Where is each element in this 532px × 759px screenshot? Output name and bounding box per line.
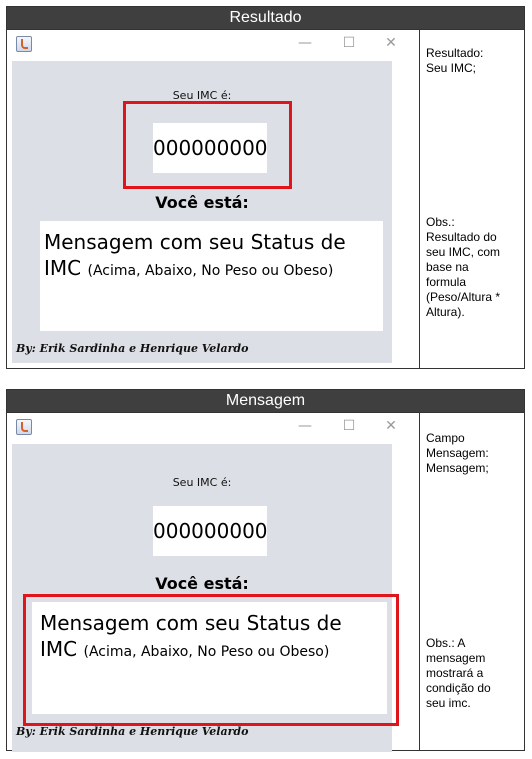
obs-line: formula [426, 275, 467, 289]
mensagem-field-desc: Campo Mensagem: Mensagem; [426, 431, 489, 476]
obs-line: seu imc. [426, 696, 471, 710]
status-label: Você está: [155, 574, 249, 593]
mensagem-screenshot-cell: — ☐ ✕ Seu IMC é: 000000000 Você está: Me… [7, 413, 420, 752]
resultado-screenshot-cell: — ☐ ✕ Seu IMC é: 000000000 Você está: Me… [7, 30, 420, 368]
status-message-field: Mensagem com seu Status de IMC (Acima, A… [40, 221, 383, 331]
desc-line: Mensagem: [426, 446, 489, 460]
obs-line: Altura). [426, 305, 465, 319]
mensagem-section: Mensagem — ☐ ✕ Seu IMC é: 000000000 Você… [6, 389, 525, 752]
credit-text: By: Erik Sardinha e Henrique Velardo [16, 342, 249, 355]
obs-line: mostrará a [426, 666, 484, 680]
maximize-button[interactable]: ☐ [338, 417, 360, 435]
desc-line: Mensagem; [426, 461, 489, 475]
resultado-row: — ☐ ✕ Seu IMC é: 000000000 Você está: Me… [7, 30, 524, 368]
mensagem-description-cell: Campo Mensagem: Mensagem; Obs.: A mensag… [426, 413, 520, 750]
message-line-1: Mensagem com seu Status de [44, 230, 346, 254]
obs-line: Obs.: [426, 215, 455, 229]
desc-line: Resultado: [426, 46, 484, 60]
obs-line: mensagem [426, 651, 486, 665]
resultado-description-cell: Resultado: Seu IMC; Obs.: Resultado do s… [426, 30, 520, 368]
obs-line: base na [426, 260, 469, 274]
obs-line: seu IMC, com [426, 245, 501, 259]
imc-panel: Seu IMC é: 000000000 Você está: Mensagem… [12, 61, 392, 363]
window-titlebar: — ☐ ✕ [12, 32, 408, 56]
minimize-button[interactable]: — [294, 34, 316, 52]
java-app-icon [16, 36, 32, 52]
mensagem-header: Mensagem [7, 390, 524, 413]
desc-line: Seu IMC; [426, 61, 477, 75]
obs-line: Resultado do [426, 230, 497, 244]
message-highlight [23, 594, 399, 726]
imc-result-field: 000000000 [153, 506, 268, 556]
resultado-obs: Obs.: Resultado do seu IMC, com base na … [426, 215, 500, 320]
close-button[interactable]: ✕ [380, 34, 402, 52]
desc-line: Campo [426, 431, 465, 445]
obs-line: Obs.: A [426, 636, 466, 650]
resultado-field-desc: Resultado: Seu IMC; [426, 46, 483, 76]
close-button[interactable]: ✕ [380, 417, 402, 435]
imc-panel: Seu IMC é: 000000000 Você está: Mensagem… [12, 444, 399, 752]
window-titlebar: — ☐ ✕ [12, 415, 408, 439]
message-imc-text: IMC [44, 256, 82, 280]
status-label: Você está: [155, 193, 249, 212]
mensagem-row: — ☐ ✕ Seu IMC é: 000000000 Você está: Me… [7, 413, 524, 752]
minimize-button[interactable]: — [294, 417, 316, 435]
maximize-button[interactable]: ☐ [338, 34, 360, 52]
mensagem-obs: Obs.: A mensagem mostrará a condição do … [426, 636, 491, 711]
resultado-header: Resultado [7, 7, 524, 30]
resultado-section: Resultado — ☐ ✕ Seu IMC é: 000000000 Voc… [6, 6, 525, 369]
message-line-2: IMC (Acima, Abaixo, No Peso ou Obeso) [44, 255, 383, 284]
imc-label: Seu IMC é: [172, 476, 232, 489]
obs-line: (Peso/Altura * [426, 290, 501, 304]
message-options-text: (Acima, Abaixo, No Peso ou Obeso) [87, 263, 334, 279]
credit-text: By: Erik Sardinha e Henrique Velardo [16, 725, 249, 738]
imc-result-highlight [123, 101, 292, 189]
java-app-icon [16, 419, 32, 435]
obs-line: condição do [426, 681, 491, 695]
